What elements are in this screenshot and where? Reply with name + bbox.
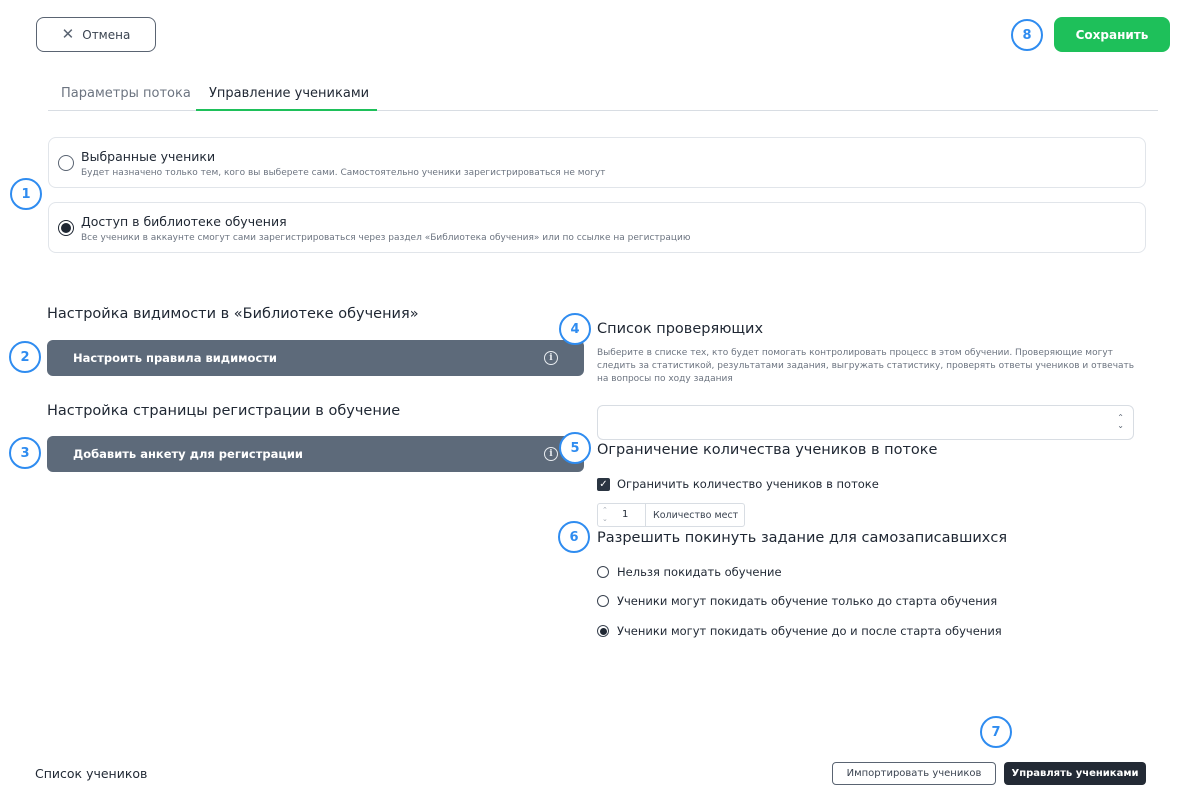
radio-leave-forbidden[interactable] (597, 566, 609, 578)
reviewers-description: Выберите в списке тех, кто будет помогат… (597, 348, 1135, 384)
annotation-badge-2: 2 (9, 341, 41, 373)
leave-option-label: Ученики могут покидать обучение до и пос… (617, 624, 1002, 638)
add-registration-form-button[interactable]: Добавить анкету для регистрации i (47, 436, 584, 472)
registration-heading: Настройка страницы регистрации в обучени… (47, 403, 401, 419)
limit-students-label: Ограничить количество учеников в потоке (617, 477, 879, 491)
close-icon: ✕ (61, 25, 75, 43)
manage-students-button[interactable]: Управлять учениками (1004, 762, 1146, 785)
save-button[interactable]: Сохранить (1054, 17, 1170, 52)
leave-option-label: Ученики могут покидать обучение только д… (617, 594, 998, 608)
annotation-badge-3: 3 (9, 437, 41, 469)
select-arrows-icon: ⌃ ⌄ (1117, 413, 1124, 430)
reviewers-select[interactable]: ⌃ ⌄ (597, 405, 1134, 440)
tab-bar: Параметры потока Управление учениками (48, 82, 1158, 111)
limit-heading: Ограничение количества учеников в потоке (597, 442, 938, 458)
leave-heading: Разрешить покинуть задание для самозапис… (597, 530, 1008, 546)
cancel-button[interactable]: ✕ Отмена (36, 17, 156, 52)
radio-library-access[interactable] (58, 220, 74, 236)
seats-unit-label: Количество мест (653, 510, 739, 521)
reviewers-heading: Список проверяющих (597, 321, 764, 337)
annotation-badge-6: 6 (558, 521, 590, 553)
radio-selected-students[interactable] (58, 155, 74, 171)
leave-option-label: Нельзя покидать обучение (617, 565, 782, 579)
annotation-badge-5: 5 (559, 432, 591, 464)
annotation-badge-4: 4 (559, 313, 591, 345)
checkmark-icon: ✓ (599, 479, 608, 490)
seats-value[interactable]: 1 (622, 509, 628, 520)
import-students-button[interactable]: Импортировать учеников (832, 762, 996, 785)
annotation-badge-8: 8 (1011, 19, 1043, 51)
info-icon[interactable]: i (544, 351, 558, 365)
stepper-divider (645, 504, 646, 526)
add-registration-form-label: Добавить анкету для регистрации (73, 447, 303, 461)
annotation-badge-1: 1 (10, 178, 42, 210)
annotation-badge-7: 7 (980, 716, 1012, 748)
access-option-title: Выбранные ученики (81, 149, 216, 164)
seats-stepper[interactable]: ⌃ ⌄ 1 Количество мест (597, 503, 745, 527)
stepper-arrows-icon[interactable]: ⌃ ⌄ (602, 506, 608, 524)
tab-stream-settings[interactable]: Параметры потока (61, 86, 191, 101)
tab-student-management[interactable]: Управление учениками (209, 86, 369, 101)
radio-leave-before-start[interactable] (597, 595, 609, 607)
cancel-button-label: Отмена (82, 27, 131, 42)
access-option-selected-students[interactable]: Выбранные ученики Будет назначено только… (48, 137, 1146, 188)
access-option-library[interactable]: Доступ в библиотеке обучения Все ученики… (48, 202, 1146, 253)
visibility-heading: Настройка видимости в «Библиотеке обучен… (47, 306, 419, 322)
access-option-description: Все ученики в аккаунте смогут сами зарег… (81, 233, 691, 243)
info-icon[interactable]: i (544, 447, 558, 461)
radio-leave-before-after-start[interactable] (597, 625, 609, 637)
access-option-title: Доступ в библиотеке обучения (81, 214, 287, 229)
access-option-description: Будет назначено только тем, кого вы выбе… (81, 168, 606, 178)
active-tab-indicator (196, 109, 377, 111)
students-list-title: Список учеников (35, 766, 148, 781)
configure-visibility-button[interactable]: Настроить правила видимости i (47, 340, 584, 376)
limit-students-checkbox[interactable]: ✓ (597, 478, 610, 491)
configure-visibility-label: Настроить правила видимости (73, 351, 277, 365)
